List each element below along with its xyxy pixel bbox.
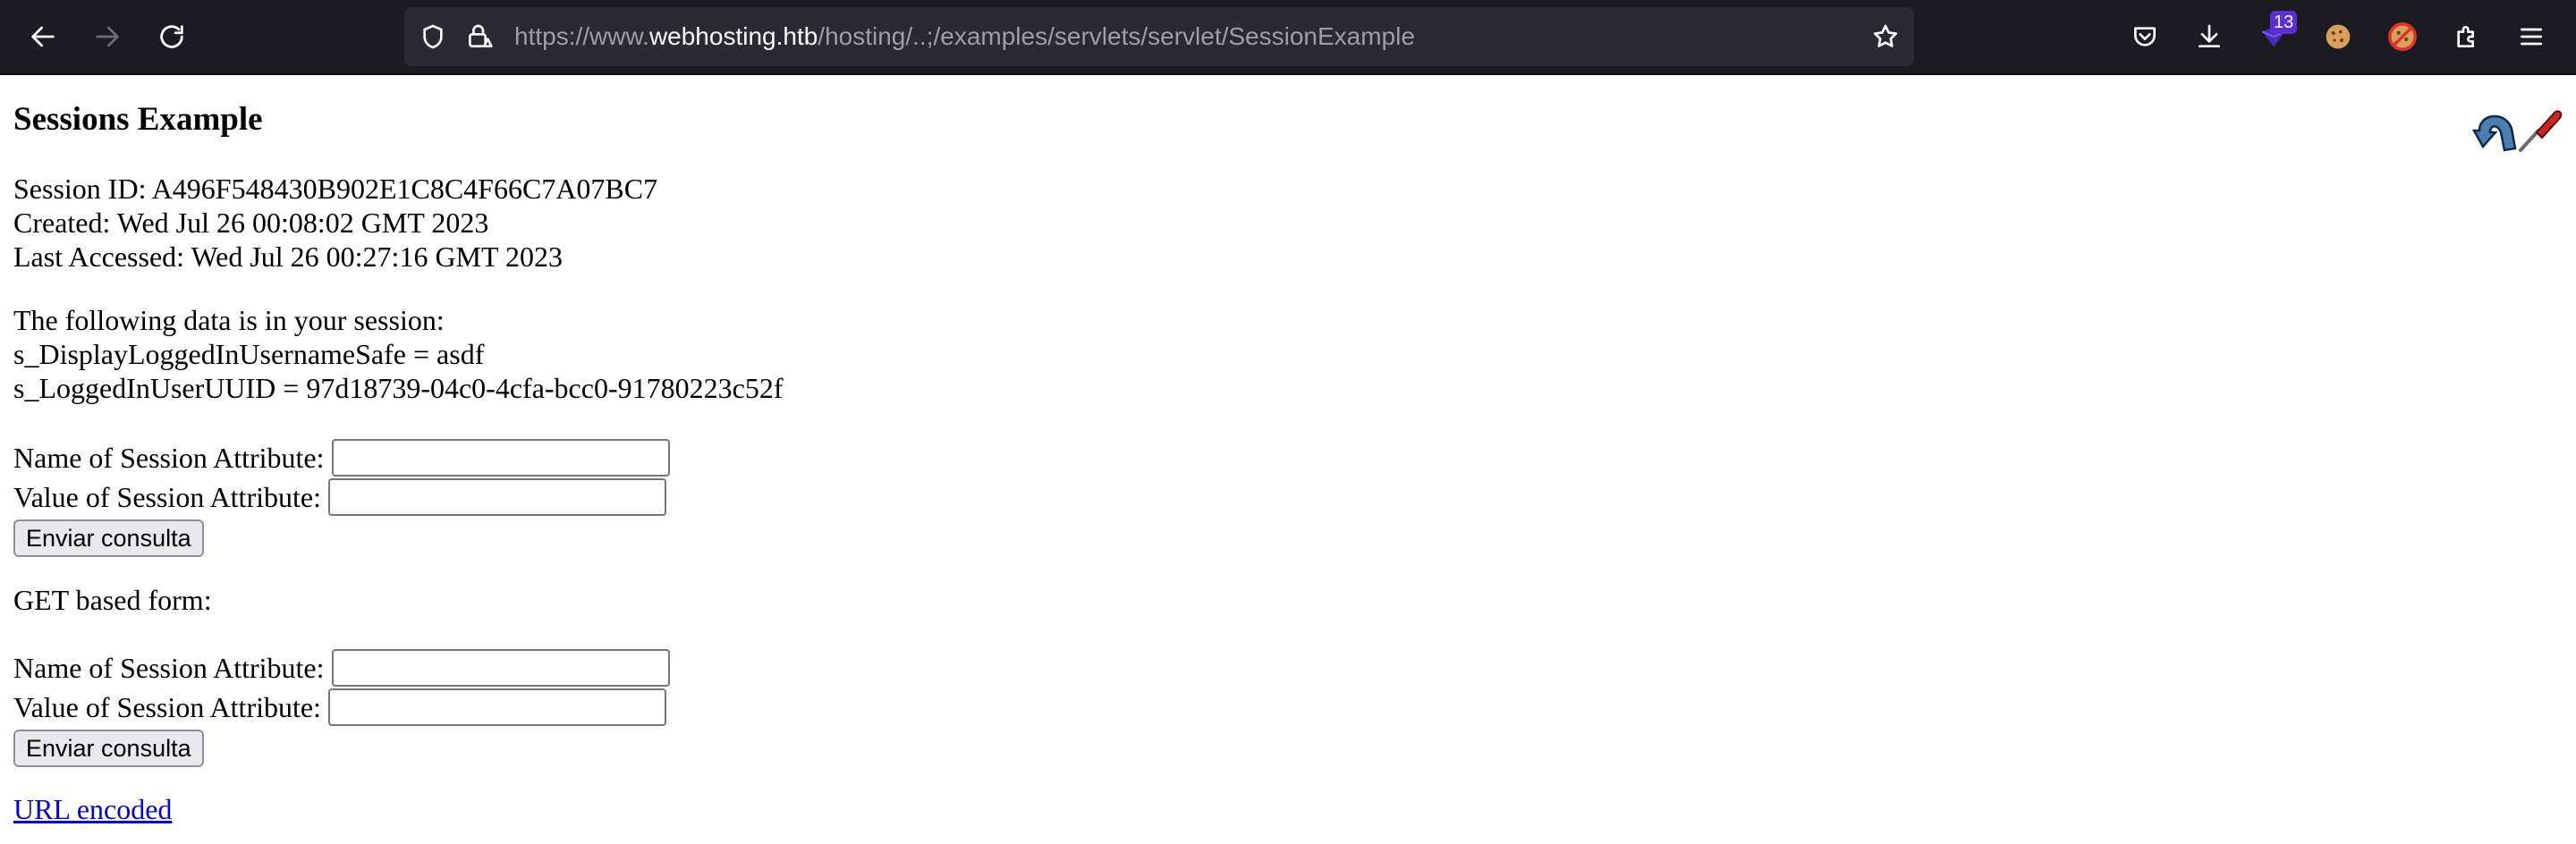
reload-button[interactable] — [150, 15, 193, 58]
puzzle-icon — [2457, 26, 2474, 47]
session-created: Created: Wed Jul 26 00:08:02 GMT 2023 — [13, 207, 489, 239]
pocket-button[interactable] — [2123, 15, 2166, 58]
get-value-row: Value of Session Attribute: — [13, 688, 666, 727]
url-encoded-link[interactable]: URL encoded — [13, 792, 172, 826]
pocket-icon — [2134, 27, 2156, 46]
app-menu-button[interactable] — [2510, 15, 2553, 58]
post-attribute-value-input[interactable] — [327, 478, 666, 516]
post-value-row: Value of Session Attribute: — [13, 477, 666, 517]
reload-icon — [160, 25, 183, 48]
session-last-accessed: Last Accessed: Wed Jul 26 00:27:16 GMT 2… — [13, 241, 563, 273]
page-title: Sessions Example — [13, 101, 263, 138]
forward-button[interactable] — [86, 15, 129, 58]
post-attribute-name-input[interactable] — [331, 439, 670, 477]
get-submit-button[interactable]: Enviar consulta — [13, 730, 204, 767]
session-attribute-row: s_DisplayLoggedInUsernameSafe = asdf — [13, 338, 485, 370]
downloads-button[interactable] — [2188, 15, 2231, 58]
cookie-blocked-icon — [2388, 22, 2417, 51]
post-name-label: Name of Session Attribute: — [13, 442, 325, 474]
get-value-label: Value of Session Attribute: — [13, 691, 321, 723]
download-icon — [2199, 24, 2220, 47]
url-bar[interactable]: https://www.webhosting.htb/hosting/..;/e… — [404, 7, 1914, 66]
lock-warning-icon[interactable] — [465, 22, 494, 51]
extensions-button[interactable] — [2445, 15, 2488, 58]
post-name-row: Name of Session Attribute: — [13, 438, 670, 477]
example-nav-icons — [2470, 102, 2565, 159]
url-path: /hosting/..;/examples/servlets/servlet/S… — [818, 22, 1415, 50]
get-form-heading: GET based form: — [13, 584, 212, 616]
star-icon[interactable] — [1871, 22, 1900, 51]
return-arrow-icon[interactable] — [2470, 104, 2521, 157]
get-name-label: Name of Session Attribute: — [13, 652, 325, 684]
code-screwdriver-icon[interactable] — [2515, 102, 2565, 156]
hamburger-menu-icon — [2521, 28, 2542, 46]
session-attribute-row: s_LoggedInUserUUID = 97d18739-04c0-4cfa-… — [13, 372, 784, 404]
get-attribute-value-input[interactable] — [327, 688, 666, 726]
session-id: Session ID: A496F548430B902E1C8C4F66C7A0… — [13, 173, 658, 205]
cookie-blocker-extension-button[interactable] — [2381, 15, 2424, 58]
session-data-intro: The following data is in your session: — [13, 304, 445, 336]
arrow-right-icon — [96, 26, 119, 47]
post-submit-button[interactable]: Enviar consulta — [13, 519, 204, 557]
url-host: webhosting.htb — [648, 22, 818, 50]
back-button[interactable] — [21, 15, 64, 58]
arrow-left-icon — [31, 26, 55, 47]
shield-icon[interactable] — [419, 22, 447, 51]
get-attribute-name-input[interactable] — [331, 649, 670, 687]
cookie-icon — [2326, 24, 2351, 49]
url-text[interactable]: https://www.webhosting.htb/hosting/..;/e… — [514, 7, 1415, 66]
url-prefix: https://www. — [514, 22, 649, 50]
browser-toolbar: https://www.webhosting.htb/hosting/..;/e… — [0, 0, 2576, 75]
extension-badge: 13 — [2270, 11, 2298, 34]
get-name-row: Name of Session Attribute: — [13, 648, 670, 688]
post-value-label: Value of Session Attribute: — [13, 481, 321, 513]
cookie-extension-button[interactable] — [2317, 15, 2360, 58]
